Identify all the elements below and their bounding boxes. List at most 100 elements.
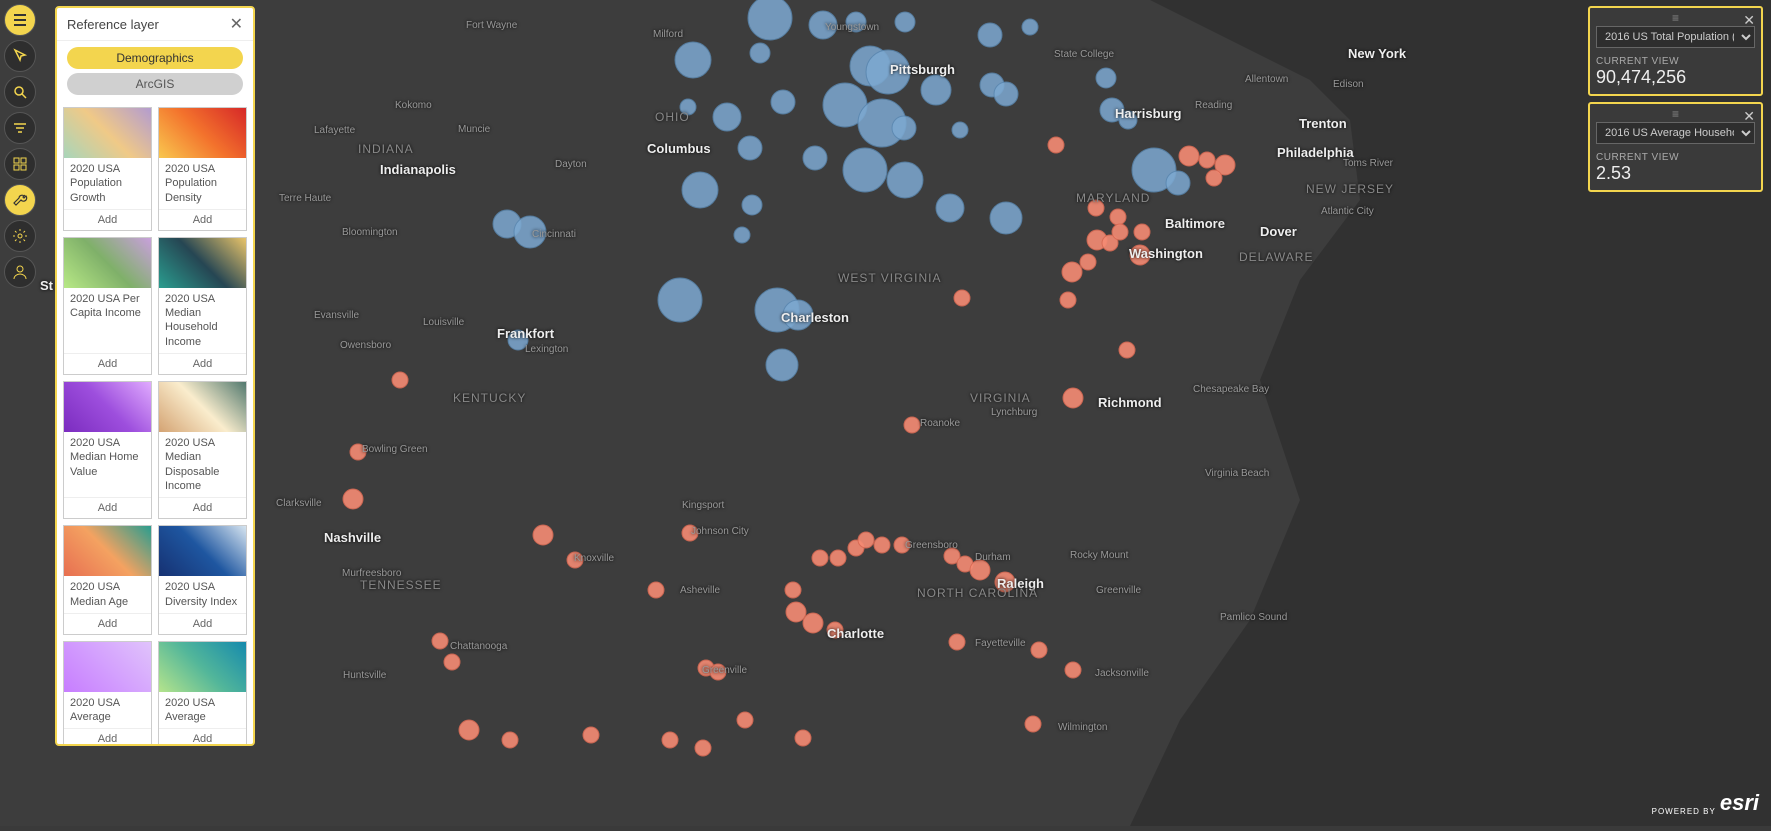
- data-point[interactable]: [1130, 245, 1150, 265]
- data-point[interactable]: [952, 122, 968, 138]
- data-point[interactable]: [887, 162, 923, 198]
- data-point[interactable]: [874, 537, 890, 553]
- data-point[interactable]: [892, 116, 916, 140]
- data-point[interactable]: [783, 300, 813, 330]
- data-point[interactable]: [994, 82, 1018, 106]
- data-point[interactable]: [658, 278, 702, 322]
- data-point[interactable]: [742, 195, 762, 215]
- data-point[interactable]: [514, 216, 546, 248]
- close-icon[interactable]: ✕: [1743, 12, 1755, 29]
- data-point[interactable]: [866, 50, 910, 94]
- data-point[interactable]: [343, 489, 363, 509]
- add-layer-button[interactable]: Add: [159, 497, 246, 518]
- data-point[interactable]: [432, 633, 448, 649]
- data-point[interactable]: [954, 290, 970, 306]
- data-point[interactable]: [734, 227, 750, 243]
- data-point[interactable]: [648, 582, 664, 598]
- data-point[interactable]: [995, 572, 1015, 592]
- data-point[interactable]: [662, 732, 678, 748]
- settings-button[interactable]: [4, 220, 36, 252]
- menu-button[interactable]: [4, 4, 36, 36]
- add-layer-button[interactable]: Add: [64, 209, 151, 230]
- data-point[interactable]: [1206, 170, 1222, 186]
- data-point[interactable]: [1063, 388, 1083, 408]
- data-point[interactable]: [392, 372, 408, 388]
- data-point[interactable]: [1065, 662, 1081, 678]
- add-layer-button[interactable]: Add: [64, 497, 151, 518]
- data-point[interactable]: [1062, 262, 1082, 282]
- data-point[interactable]: [843, 148, 887, 192]
- data-point[interactable]: [846, 12, 866, 32]
- layers-button[interactable]: [4, 148, 36, 180]
- add-layer-button[interactable]: Add: [64, 613, 151, 634]
- data-point[interactable]: [1119, 342, 1135, 358]
- drag-handle-icon[interactable]: [1596, 110, 1755, 118]
- data-point[interactable]: [502, 732, 518, 748]
- data-point[interactable]: [675, 42, 711, 78]
- data-point[interactable]: [803, 146, 827, 170]
- data-point[interactable]: [766, 349, 798, 381]
- add-layer-button[interactable]: Add: [159, 728, 246, 744]
- metric-select[interactable]: 2016 US Total Population (Esri): [1596, 26, 1755, 48]
- data-point[interactable]: [1088, 200, 1104, 216]
- data-point[interactable]: [567, 552, 583, 568]
- data-point[interactable]: [1112, 224, 1128, 240]
- select-tool[interactable]: [4, 40, 36, 72]
- data-point[interactable]: [350, 444, 366, 460]
- data-point[interactable]: [990, 202, 1022, 234]
- data-point[interactable]: [713, 103, 741, 131]
- add-layer-button[interactable]: Add: [64, 728, 151, 744]
- tools-button[interactable]: [4, 184, 36, 216]
- data-point[interactable]: [812, 550, 828, 566]
- add-layer-button[interactable]: Add: [159, 613, 246, 634]
- data-point[interactable]: [803, 613, 823, 633]
- data-point[interactable]: [904, 417, 920, 433]
- data-point[interactable]: [1031, 642, 1047, 658]
- user-button[interactable]: [4, 256, 36, 288]
- data-point[interactable]: [1022, 19, 1038, 35]
- drag-handle-icon[interactable]: [1596, 14, 1755, 22]
- data-point[interactable]: [737, 712, 753, 728]
- data-point[interactable]: [921, 75, 951, 105]
- data-point[interactable]: [786, 602, 806, 622]
- data-point[interactable]: [695, 740, 711, 756]
- data-point[interactable]: [809, 11, 837, 39]
- add-layer-button[interactable]: Add: [159, 353, 246, 374]
- data-point[interactable]: [1166, 171, 1190, 195]
- data-point[interactable]: [748, 0, 792, 40]
- data-point[interactable]: [785, 582, 801, 598]
- data-point[interactable]: [949, 634, 965, 650]
- data-point[interactable]: [1199, 152, 1215, 168]
- add-layer-button[interactable]: Add: [64, 353, 151, 374]
- data-point[interactable]: [970, 560, 990, 580]
- data-point[interactable]: [459, 720, 479, 740]
- data-point[interactable]: [710, 664, 726, 680]
- tab-demographics[interactable]: Demographics: [67, 47, 243, 69]
- data-point[interactable]: [978, 23, 1002, 47]
- data-point[interactable]: [682, 525, 698, 541]
- data-point[interactable]: [936, 194, 964, 222]
- data-point[interactable]: [1080, 254, 1096, 270]
- data-point[interactable]: [533, 525, 553, 545]
- data-point[interactable]: [750, 43, 770, 63]
- data-point[interactable]: [895, 12, 915, 32]
- data-point[interactable]: [508, 330, 528, 350]
- data-point[interactable]: [858, 532, 874, 548]
- search-button[interactable]: [4, 76, 36, 108]
- data-point[interactable]: [1060, 292, 1076, 308]
- data-point[interactable]: [444, 654, 460, 670]
- data-point[interactable]: [738, 136, 762, 160]
- metric-select[interactable]: 2016 US Average Household ...: [1596, 122, 1755, 144]
- data-point[interactable]: [827, 622, 843, 638]
- data-point[interactable]: [1119, 111, 1137, 129]
- data-point[interactable]: [682, 172, 718, 208]
- data-point[interactable]: [1096, 68, 1116, 88]
- data-point[interactable]: [830, 550, 846, 566]
- data-point[interactable]: [894, 537, 910, 553]
- data-point[interactable]: [1025, 716, 1041, 732]
- filter-button[interactable]: [4, 112, 36, 144]
- close-icon[interactable]: ✕: [1743, 108, 1755, 125]
- add-layer-button[interactable]: Add: [159, 209, 246, 230]
- data-point[interactable]: [1179, 146, 1199, 166]
- map-canvas[interactable]: St LouisIndianapolisColumbusCharlestonFr…: [0, 0, 1771, 826]
